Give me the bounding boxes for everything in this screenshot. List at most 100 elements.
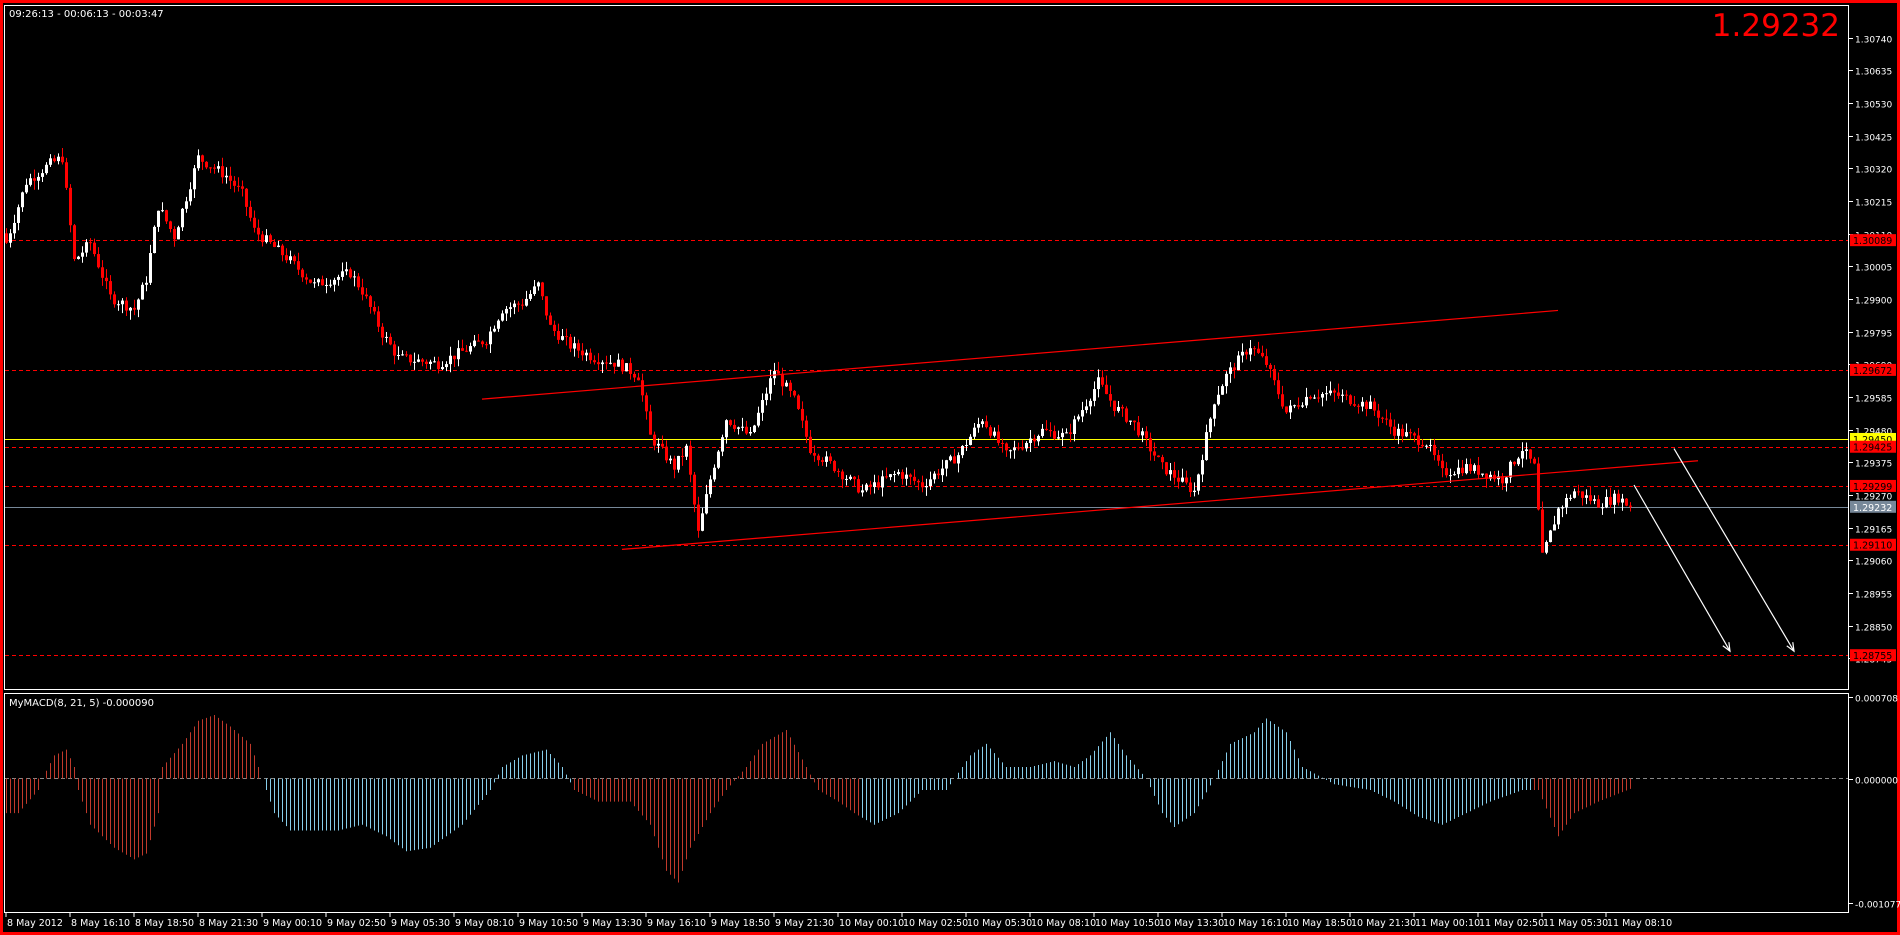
candle-body	[1509, 461, 1512, 478]
candle-body	[529, 294, 532, 299]
candle	[109, 275, 112, 300]
candle	[1273, 365, 1276, 386]
trading-chart[interactable]: 1.30740 1.30635 1.30530 1.30425 1.30320 1.302…	[0, 0, 1900, 935]
candle-body	[1553, 524, 1556, 531]
candle-body	[877, 482, 880, 488]
candle	[637, 372, 640, 381]
candle	[1609, 487, 1612, 508]
candle	[1145, 426, 1148, 447]
candle	[1353, 395, 1356, 407]
candle-body	[137, 299, 140, 310]
candle-body	[845, 478, 848, 480]
candle-body	[69, 187, 72, 226]
candle	[969, 434, 972, 446]
candle-body	[1229, 367, 1232, 374]
candle-body	[1625, 498, 1628, 506]
candle	[113, 291, 116, 308]
candle	[153, 225, 156, 254]
candle	[581, 343, 584, 361]
candle-body	[1357, 405, 1360, 407]
candle	[345, 261, 348, 276]
candle	[873, 474, 876, 494]
candle-body	[681, 455, 684, 457]
candle-body	[1101, 377, 1104, 385]
candle	[197, 149, 200, 171]
candle	[1457, 459, 1460, 479]
candle	[917, 479, 920, 491]
candle-body	[525, 298, 528, 306]
candle-body	[629, 363, 632, 374]
candle-body	[753, 425, 756, 433]
candle-body	[1041, 428, 1044, 436]
candle	[789, 380, 792, 398]
candle	[1181, 468, 1184, 483]
candle	[893, 470, 896, 483]
candle	[1113, 400, 1116, 417]
candle	[1177, 470, 1180, 489]
price-axis-label: 1.29795	[1855, 330, 1892, 340]
candle	[321, 275, 324, 286]
candle	[101, 260, 104, 286]
candle	[957, 452, 960, 473]
candle-body	[485, 344, 488, 346]
candle	[605, 355, 608, 370]
candle-body	[273, 241, 276, 247]
candle	[713, 464, 716, 482]
candle	[649, 404, 652, 435]
candle	[337, 274, 340, 286]
candle-body	[405, 354, 408, 356]
candle-body	[1353, 404, 1356, 406]
candle	[953, 448, 956, 464]
candle-body	[401, 354, 404, 356]
time-axis-label: 11 May 02:50	[1479, 918, 1544, 929]
candle-body	[205, 161, 208, 168]
price-axis-label: 1.29060	[1855, 558, 1892, 568]
candle-body	[833, 461, 836, 472]
candle	[9, 229, 12, 248]
candle-body	[1025, 442, 1028, 449]
candle	[489, 326, 492, 354]
candle	[249, 200, 252, 222]
candle	[1405, 423, 1408, 438]
candle	[1077, 414, 1080, 422]
candle-body	[1209, 418, 1212, 433]
candle-body	[81, 252, 84, 257]
time-axis-label: 9 May 10:50	[519, 918, 578, 929]
candle-body	[301, 269, 304, 278]
candle-body	[1461, 467, 1464, 474]
candle-body	[21, 192, 24, 208]
candle	[217, 161, 220, 173]
arrow-line	[1673, 448, 1795, 652]
candle	[1461, 459, 1464, 477]
current-price-display: 1.29232	[1712, 8, 1840, 44]
candle	[1325, 386, 1328, 401]
candle-body	[985, 421, 988, 428]
arrow-line	[1633, 484, 1731, 652]
candle	[1133, 420, 1136, 431]
candle-body	[949, 456, 952, 461]
candle	[213, 164, 216, 174]
candle-body	[1113, 400, 1116, 411]
candle-body	[1109, 394, 1112, 401]
candle	[193, 165, 196, 198]
candle-body	[1413, 433, 1416, 436]
candle-body	[1221, 386, 1224, 395]
candle	[749, 427, 752, 436]
candle	[1485, 473, 1488, 488]
candle-body	[1189, 482, 1192, 493]
candle-body	[861, 490, 864, 493]
candle	[1085, 399, 1088, 414]
candle	[997, 424, 1000, 446]
candle	[777, 361, 780, 374]
candle-body	[913, 476, 916, 481]
candle-body	[277, 245, 280, 247]
candle-body	[1477, 465, 1480, 475]
trendline	[481, 309, 1559, 400]
candle-body	[1445, 468, 1448, 476]
candle-body	[965, 444, 968, 446]
candle	[265, 229, 268, 244]
candle-body	[1065, 432, 1068, 434]
candle	[301, 268, 304, 282]
candle-body	[337, 276, 340, 280]
candle-body	[853, 476, 856, 480]
